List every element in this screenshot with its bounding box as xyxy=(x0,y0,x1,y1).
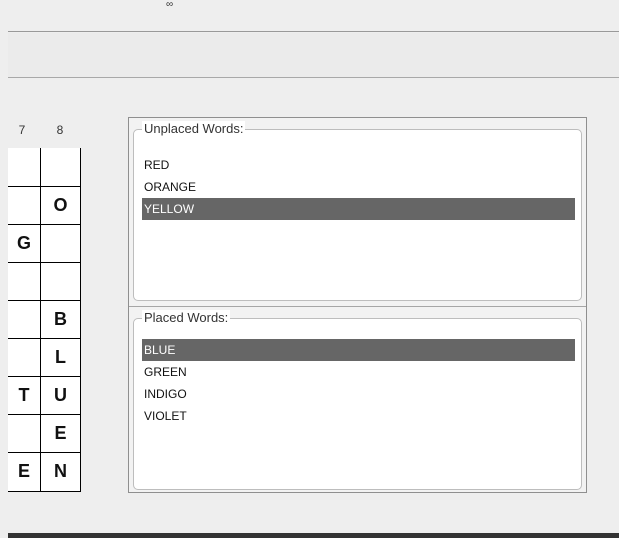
top-mark: ∞ xyxy=(166,0,174,10)
puzzle-grid[interactable]: OGBLTUEEN xyxy=(8,148,81,492)
column-number-8: 8 xyxy=(56,123,64,137)
panel-divider[interactable] xyxy=(129,306,586,307)
placed-word-item[interactable]: VIOLET xyxy=(142,405,575,427)
grid-cell[interactable]: U xyxy=(41,376,80,414)
grid-cell[interactable] xyxy=(41,148,80,186)
unplaced-word-item[interactable]: ORANGE xyxy=(142,176,575,198)
grid-cell[interactable] xyxy=(8,338,40,376)
grid-cell[interactable]: T xyxy=(8,376,40,414)
unplaced-word-item[interactable]: YELLOW xyxy=(142,198,575,220)
placed-word-item[interactable]: BLUE xyxy=(142,339,575,361)
column-number-7: 7 xyxy=(18,123,26,137)
grid-cell[interactable] xyxy=(8,186,40,224)
grid-cell[interactable] xyxy=(41,224,80,262)
grid-cell[interactable]: G xyxy=(8,224,40,262)
grid-cell[interactable] xyxy=(8,262,40,300)
placed-words-list[interactable]: BLUE GREEN INDIGO VIOLET xyxy=(142,339,575,427)
grid-cell[interactable] xyxy=(8,300,40,338)
top-strip: ∞ xyxy=(8,0,619,32)
grid-cell[interactable]: B xyxy=(41,300,80,338)
placed-words-title: Placed Words: xyxy=(142,310,231,325)
unplaced-word-item[interactable]: RED xyxy=(142,154,575,176)
placed-words-group: Placed Words: BLUE GREEN INDIGO VIOLET xyxy=(133,310,582,490)
grid-cell[interactable]: E xyxy=(8,452,40,490)
placed-word-item[interactable]: INDIGO xyxy=(142,383,575,405)
grid-cell[interactable] xyxy=(8,148,40,186)
bottom-bar xyxy=(8,533,619,538)
unplaced-words-list[interactable]: RED ORANGE YELLOW xyxy=(142,154,575,220)
grid-cell[interactable] xyxy=(41,262,80,300)
grid-cell[interactable]: L xyxy=(41,338,80,376)
word-lists-panel: Unplaced Words: RED ORANGE YELLOW Placed W… xyxy=(128,117,587,493)
grid-cell[interactable] xyxy=(8,414,40,452)
grid-cell[interactable]: N xyxy=(41,452,80,490)
unplaced-words-group: Unplaced Words: RED ORANGE YELLOW xyxy=(133,121,582,301)
placed-word-item[interactable]: GREEN xyxy=(142,361,575,383)
toolbar xyxy=(8,33,619,78)
grid-cell[interactable]: E xyxy=(41,414,80,452)
grid-cell[interactable]: O xyxy=(41,186,80,224)
unplaced-words-title: Unplaced Words: xyxy=(142,121,246,136)
